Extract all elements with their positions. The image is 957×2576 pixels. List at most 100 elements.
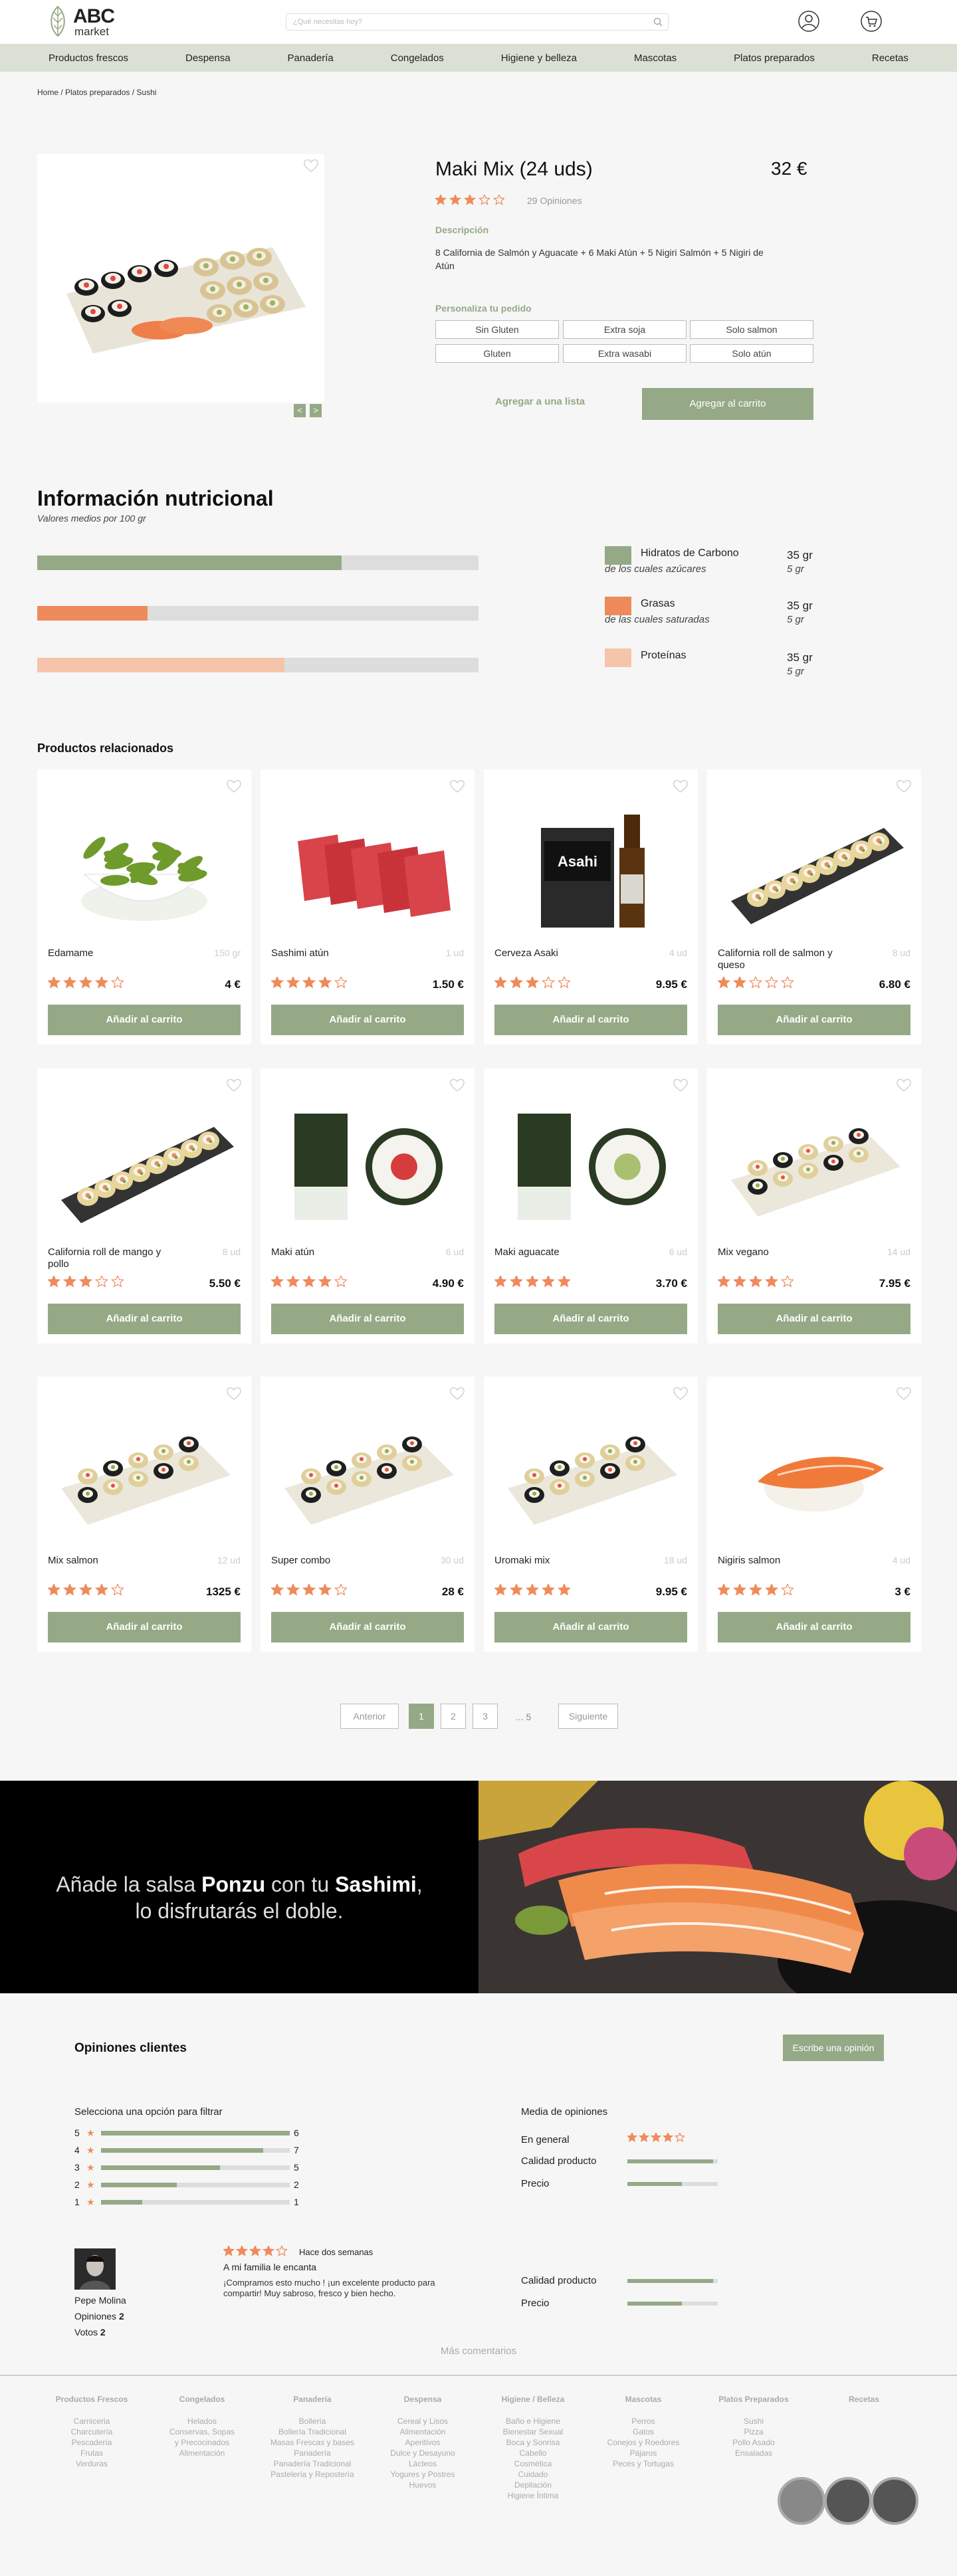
footer-link[interactable]: Cosmética [480,2458,586,2469]
footer-link[interactable]: Perros [590,2416,696,2427]
product-card[interactable]: Uromaki mix 18 ud 9.95 € Añadir al carrito [484,1377,698,1652]
product-card-name[interactable]: Cerveza Asaki [494,947,627,959]
add-to-cart-button[interactable]: Añadir al carrito [48,1304,241,1334]
pagination-page-1[interactable]: 1 [409,1704,434,1729]
heart-icon[interactable] [673,1386,689,1401]
add-to-cart-button[interactable]: Añadir al carrito [271,1005,464,1035]
heart-icon[interactable] [449,1386,465,1401]
footer-link[interactable]: Alimentación [370,2427,476,2437]
product-card[interactable]: California roll de mango y pollo 8 ud 5.50… [37,1068,251,1343]
footer-link[interactable]: Panadería [259,2448,366,2458]
footer-column-title[interactable]: Despensa [370,2395,476,2404]
heart-icon[interactable] [673,1078,689,1092]
nav-item-frescos[interactable]: Productos frescos [49,52,128,64]
rating-filter-row[interactable]: 5 ★ 6 [74,2128,314,2138]
option-solo-atun[interactable]: Solo atún [690,344,813,363]
add-to-cart-button[interactable]: Añadir al carrito [494,1304,687,1334]
heart-icon[interactable] [896,1386,912,1401]
product-card-image[interactable] [718,1409,910,1539]
add-to-list-button[interactable]: Agregar a una lista [495,396,585,407]
product-card-image[interactable]: Asahi [494,801,687,932]
footer-column-title[interactable]: Productos Frescos [39,2395,145,2404]
nav-item-congelados[interactable]: Congelados [391,52,444,64]
logo[interactable]: ABC market [48,4,121,40]
product-card-name[interactable]: Sashimi atún [271,947,404,959]
footer-link[interactable]: Conservas, Sopas [149,2427,255,2437]
footer-link[interactable]: Aperitivos [370,2437,476,2448]
footer-link[interactable]: Cereal y Lisos [370,2416,476,2427]
footer-column-title[interactable]: Platos Preparados [700,2395,807,2404]
cart-icon[interactable] [860,10,883,33]
nav-item-despensa[interactable]: Despensa [185,52,231,64]
footer-link[interactable]: Peces y Tortugas [590,2458,696,2469]
footer-link[interactable]: Masas Frescas y bases [259,2437,366,2448]
add-to-cart-button[interactable]: Añadir al carrito [271,1612,464,1642]
product-card[interactable]: Maki atún 6 ud 4.90 € Añadir al carrito [261,1068,475,1343]
footer-link[interactable]: Cabello [480,2448,586,2458]
product-card-name[interactable]: California roll de mango y pollo [48,1246,181,1270]
footer-link[interactable]: Panadería Tradicional [259,2458,366,2469]
footer-link[interactable]: Pájaros [590,2448,696,2458]
add-to-cart-button[interactable]: Agregar al carrito [642,388,813,420]
product-reviews-link[interactable]: 29 Opiniones [527,195,582,206]
footer-link[interactable]: Cuidado [480,2469,586,2480]
product-card-name[interactable]: Edamame [48,947,181,959]
product-card-name[interactable]: Uromaki mix [494,1555,627,1567]
product-card[interactable]: Sashimi atún 1 ud 1.50 € Añadir al carrito [261,769,475,1044]
option-sin-gluten[interactable]: Sin Gluten [435,320,559,339]
product-card-image[interactable] [271,801,464,932]
footer-link[interactable]: Dulce y Desayuno [370,2448,476,2458]
footer-link[interactable]: Baño e Higiene [480,2416,586,2427]
rating-filter-row[interactable]: 2 ★ 2 [74,2179,314,2190]
breadcrumb[interactable]: Home / Platos preparados / Sushi [37,88,156,97]
footer-link[interactable]: Helados [149,2416,255,2427]
footer-link[interactable]: Conejos y Roedores [590,2437,696,2448]
more-reviews-link[interactable]: Más comentarios [0,2345,957,2357]
add-to-cart-button[interactable]: Añadir al carrito [494,1612,687,1642]
product-card-image[interactable] [48,801,241,932]
footer-link[interactable]: Bollería Tradicional [259,2427,366,2437]
option-gluten[interactable]: Gluten [435,344,559,363]
add-to-cart-button[interactable]: Añadir al carrito [718,1304,910,1334]
heart-icon[interactable] [226,779,242,793]
option-solo-salmon[interactable]: Solo salmon [690,320,813,339]
search-icon[interactable] [653,17,663,27]
heart-icon[interactable] [226,1386,242,1401]
product-card-name[interactable]: Mix salmon [48,1555,181,1567]
product-card-image[interactable] [494,1100,687,1231]
product-card-image[interactable] [48,1409,241,1539]
product-card[interactable]: Asahi Cerveza Asaki 4 ud 9.95 € Añadir al ca… [484,769,698,1044]
footer-link[interactable]: Frutas [39,2448,145,2458]
heart-icon[interactable] [449,779,465,793]
footer-link[interactable]: Lácteos [370,2458,476,2469]
nav-item-recetas[interactable]: Recetas [872,52,908,64]
product-card-image[interactable] [271,1100,464,1231]
product-card[interactable]: California roll de salmon y queso 8 ud 6.8… [707,769,921,1044]
footer-link[interactable]: y Precocinados [149,2437,255,2448]
footer-link[interactable]: Sushi [700,2416,807,2427]
product-card-name[interactable]: Maki atún [271,1246,404,1258]
footer-link[interactable]: Higiene Íntima [480,2490,586,2501]
add-to-cart-button[interactable]: Añadir al carrito [718,1005,910,1035]
heart-icon[interactable] [226,1078,242,1092]
footer-link[interactable]: Ensaladas [700,2448,807,2458]
footer-link[interactable]: Gatos [590,2427,696,2437]
rating-filter-row[interactable]: 1 ★ 1 [74,2197,314,2207]
footer-column-title[interactable]: Mascotas [590,2395,696,2404]
footer-column-title[interactable]: Congelados [149,2395,255,2404]
pagination-prev[interactable]: Anterior [340,1704,399,1729]
user-icon[interactable] [798,10,820,33]
footer-link[interactable]: Verduras [39,2458,145,2469]
product-rating[interactable] [434,193,506,209]
add-to-cart-button[interactable]: Añadir al carrito [718,1612,910,1642]
nav-item-platos[interactable]: Platos preparados [734,52,815,64]
product-card[interactable]: Edamame 150 gr 4 € Añadir al carrito [37,769,251,1044]
search-input[interactable]: ¿Qué necesitas hoy? [286,13,669,31]
product-card-image[interactable] [718,801,910,932]
footer-link[interactable]: Bollería [259,2416,366,2427]
option-extra-wasabi[interactable]: Extra wasabi [563,344,687,363]
product-card[interactable]: Mix vegano 14 ud 7.95 € Añadir al carrito [707,1068,921,1343]
product-card-name[interactable]: Super combo [271,1555,404,1567]
pagination-page-3[interactable]: 3 [473,1704,498,1729]
product-card[interactable]: Super combo 30 ud 28 € Añadir al carrito [261,1377,475,1652]
